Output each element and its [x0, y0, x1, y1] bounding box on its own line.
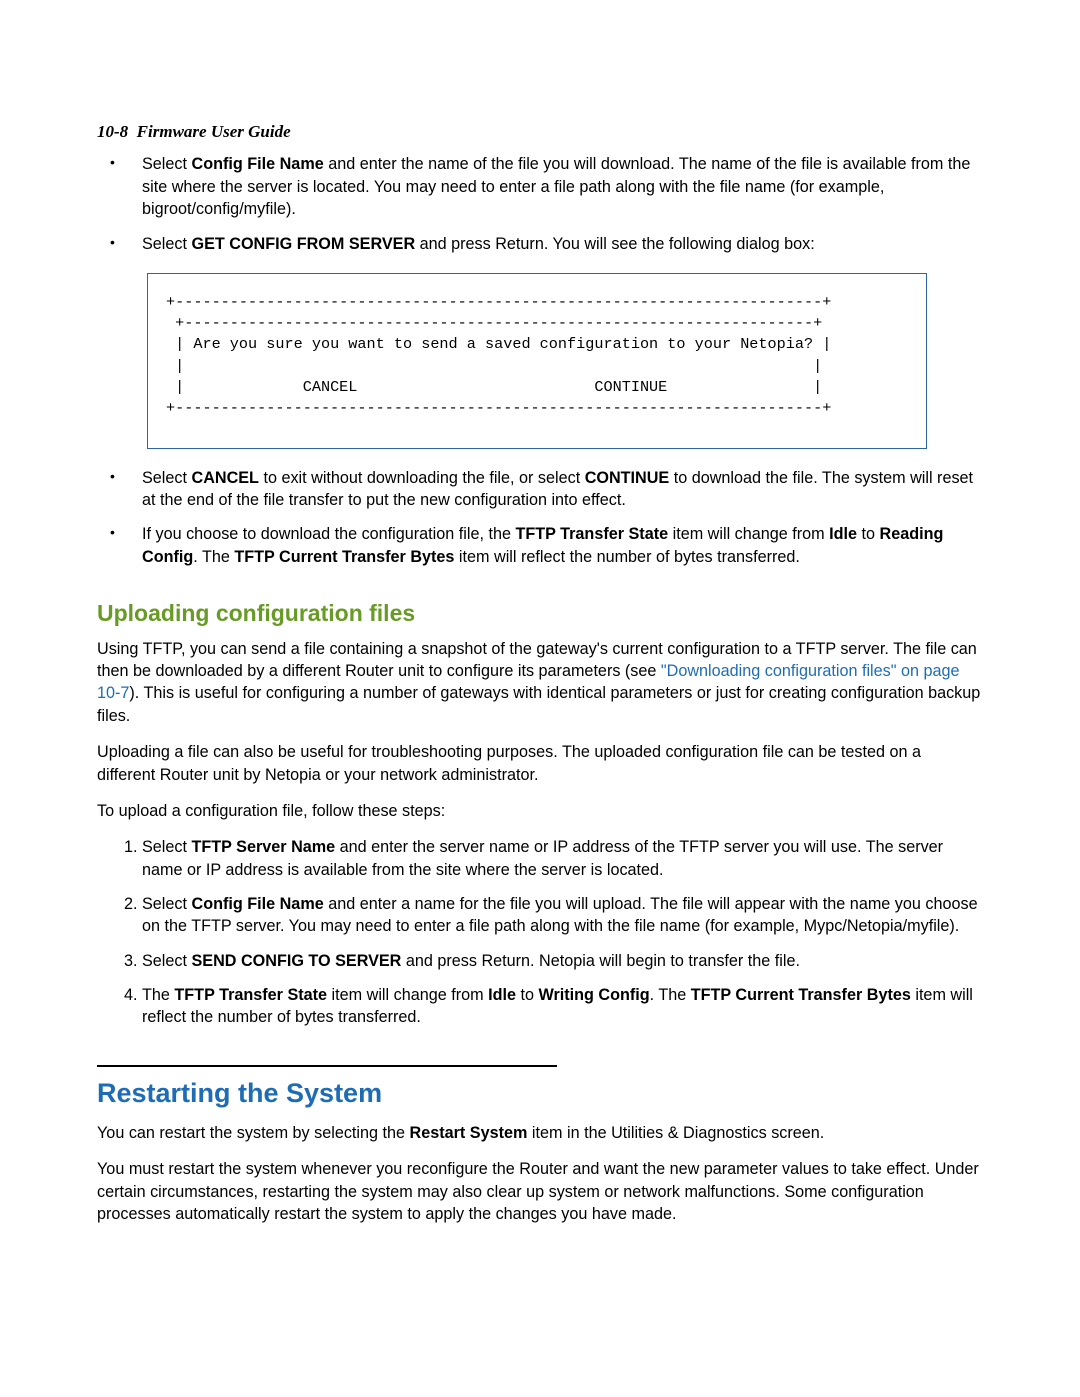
bullet-text: . The: [193, 548, 234, 566]
bullet-text: If you choose to download the configurat…: [142, 525, 515, 543]
dialog-buttons: | CANCEL CONTINUE |: [175, 378, 822, 396]
bullet-list-mid: Select CANCEL to exit without downloadin…: [97, 467, 983, 568]
bullet-list-top: Select Config File Name and enter the na…: [97, 153, 983, 254]
ui-element-name: TFTP Transfer State: [174, 986, 327, 1004]
dialog-border: +---------------------------------------…: [175, 314, 822, 332]
ui-element-name: SEND CONFIG TO SERVER: [192, 952, 402, 970]
body-text: You can restart the system by selecting …: [97, 1124, 410, 1142]
bullet-text: to: [857, 525, 880, 543]
list-item: Select SEND CONFIG TO SERVER and press R…: [142, 950, 983, 972]
body-paragraph: Using TFTP, you can send a file containi…: [97, 638, 983, 727]
section-title-uploading: Uploading configuration files: [97, 598, 983, 630]
bullet-text: item will reflect the number of bytes tr…: [454, 548, 799, 566]
ui-element-name: Restart System: [410, 1124, 528, 1142]
step-text: to: [516, 986, 539, 1004]
ui-element-name: TFTP Current Transfer Bytes: [234, 548, 454, 566]
step-text: Select: [142, 838, 192, 856]
body-text: ). This is useful for configuring a numb…: [97, 684, 980, 724]
section-title-restarting: Restarting the System: [97, 1075, 983, 1112]
page-header: 10-8 Firmware User Guide: [97, 120, 983, 143]
dialog-border: +---------------------------------------…: [166, 399, 831, 417]
steps-list: Select TFTP Server Name and enter the se…: [97, 836, 983, 1029]
body-paragraph: You must restart the system whenever you…: [97, 1158, 983, 1225]
list-item: If you choose to download the configurat…: [142, 523, 983, 568]
body-paragraph: Uploading a file can also be useful for …: [97, 741, 983, 786]
step-text: and press Return. Netopia will begin to …: [401, 952, 800, 970]
list-item: The TFTP Transfer State item will change…: [142, 984, 983, 1029]
dialog-box: +---------------------------------------…: [147, 273, 927, 449]
bullet-text: to exit without downloading the file, or…: [259, 469, 585, 487]
ui-element-name: GET CONFIG FROM SERVER: [192, 235, 416, 253]
ui-element-name: TFTP Server Name: [192, 838, 336, 856]
ui-element-name: Config File Name: [192, 895, 324, 913]
bullet-text: and press Return. You will see the follo…: [415, 235, 815, 253]
body-paragraph: You can restart the system by selecting …: [97, 1122, 983, 1144]
bullet-text: Select: [142, 155, 192, 173]
dialog-message: | Are you sure you want to send a saved …: [175, 335, 831, 353]
ui-element-name: CANCEL: [192, 469, 259, 487]
ui-element-name: TFTP Current Transfer Bytes: [691, 986, 911, 1004]
doc-title: Firmware User Guide: [137, 122, 291, 141]
list-item: Select TFTP Server Name and enter the se…: [142, 836, 983, 881]
page-number: 10-8: [97, 122, 128, 141]
step-text: . The: [650, 986, 691, 1004]
dialog-border: +---------------------------------------…: [166, 293, 831, 311]
list-item: Select CANCEL to exit without downloadin…: [142, 467, 983, 512]
dialog-ascii: +---------------------------------------…: [166, 292, 908, 420]
body-paragraph: To upload a configuration file, follow t…: [97, 800, 983, 822]
body-text: item in the Utilities & Diagnostics scre…: [527, 1124, 824, 1142]
ui-element-name: TFTP Transfer State: [515, 525, 668, 543]
ui-element-name: CONTINUE: [585, 469, 670, 487]
section-rule: [97, 1065, 557, 1067]
step-text: Select: [142, 895, 192, 913]
ui-element-name: Idle: [488, 986, 516, 1004]
list-item: Select Config File Name and enter the na…: [142, 153, 983, 220]
bullet-text: Select: [142, 469, 192, 487]
list-item: Select GET CONFIG FROM SERVER and press …: [142, 233, 983, 255]
bullet-text: Select: [142, 235, 192, 253]
bullet-text: item will change from: [668, 525, 829, 543]
dialog-blank: | |: [175, 357, 822, 375]
step-text: Select: [142, 952, 192, 970]
ui-element-name: Idle: [829, 525, 857, 543]
step-text: item will change from: [327, 986, 488, 1004]
ui-element-name: Config File Name: [192, 155, 324, 173]
list-item: Select Config File Name and enter a name…: [142, 893, 983, 938]
document-page: 10-8 Firmware User Guide Select Config F…: [0, 0, 1080, 1397]
ui-element-name: Writing Config: [538, 986, 649, 1004]
step-text: The: [142, 986, 174, 1004]
